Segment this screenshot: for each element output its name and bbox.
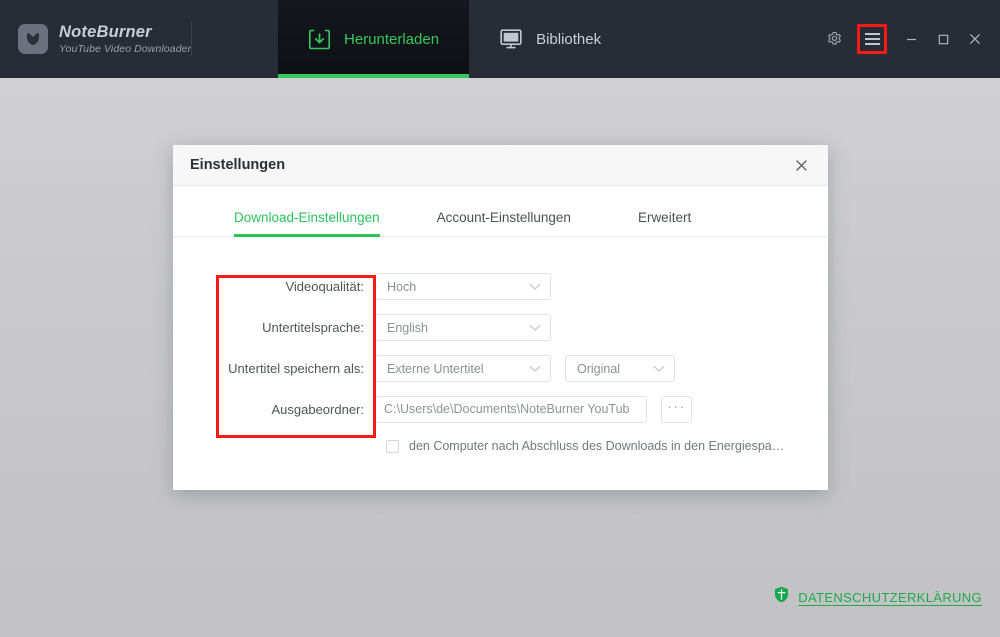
monitor-icon [499, 28, 523, 50]
maximize-icon[interactable] [928, 24, 958, 54]
subtitle-save-as-value: Externe Untertitel [387, 361, 484, 376]
subtitle-language-value: English [387, 320, 428, 335]
tab-account-einstellungen[interactable]: Account-Einstellungen [437, 210, 571, 236]
browse-folder-button[interactable]: ··· [661, 396, 692, 423]
shield-icon [774, 586, 789, 608]
dialog-titlebar: Einstellungen [173, 145, 828, 186]
video-quality-select[interactable]: Hoch [375, 273, 551, 300]
app-titlebar: NoteBurner YouTube Video Downloader Heru… [0, 0, 1000, 78]
tab-label: Download-Einstellungen [234, 210, 380, 225]
tab-label: Erweitert [637, 210, 692, 225]
privacy-policy-link[interactable]: DATENSCHUTZERKLÄRUNG [774, 586, 982, 608]
close-icon[interactable] [960, 24, 990, 54]
minimize-icon[interactable] [896, 24, 926, 54]
tab-erweitert[interactable]: Erweitert [638, 210, 691, 236]
sleep-after-download-label: den Computer nach Abschluss des Download… [409, 439, 785, 453]
label-video-quality: Videoqualität: [285, 279, 364, 294]
sleep-after-download-row: den Computer nach Abschluss des Download… [386, 439, 828, 453]
brand-divider [191, 22, 192, 56]
output-folder-input[interactable]: C:\Users\de\Documents\NoteBurner YouTub [375, 396, 647, 423]
dialog-tabs: Download-Einstellungen Account-Einstellu… [173, 186, 828, 237]
settings-dialog: Einstellungen Download-Einstellungen Acc… [173, 145, 828, 490]
label-subtitle-save-as: Untertitel speichern als: [228, 361, 364, 376]
dialog-close-icon[interactable] [788, 152, 814, 178]
chevron-down-icon [639, 365, 665, 373]
form-row-video-quality: Videoqualität: Hoch [173, 266, 828, 307]
dialog-title: Einstellungen [190, 157, 286, 173]
subtitle-format-select[interactable]: Original [565, 355, 675, 382]
brand-subtitle: YouTube Video Downloader [59, 42, 192, 55]
form-row-output-folder: Ausgabeordner: C:\Users\de\Documents\Not… [173, 389, 828, 430]
sleep-after-download-checkbox[interactable] [386, 439, 399, 453]
nav-tab-bibliothek[interactable]: Bibliothek [469, 0, 631, 78]
chevron-down-icon [515, 283, 541, 291]
subtitle-format-value: Original [577, 361, 621, 376]
brand-text: NoteBurner YouTube Video Downloader [59, 23, 191, 56]
privacy-policy-label: DATENSCHUTZERKLÄRUNG [798, 589, 982, 605]
brand-name: NoteBurner [59, 22, 152, 41]
label-subtitle-language: Untertitelsprache: [262, 320, 364, 335]
tab-label: Account-Einstellungen [436, 210, 571, 225]
hamburger-menu-icon [864, 33, 880, 45]
download-settings-form: Videoqualität: Hoch Untertitelsprache: E… [173, 237, 828, 453]
download-tray-icon [308, 28, 331, 51]
hamburger-menu-button[interactable] [857, 24, 887, 54]
tab-download-einstellungen[interactable]: Download-Einstellungen [234, 210, 380, 237]
window-controls [819, 0, 1000, 78]
nav-tab-label: Bibliothek [536, 30, 602, 48]
nav-tab-herunterladen[interactable]: Herunterladen [278, 0, 470, 78]
chevron-down-icon [515, 365, 541, 373]
form-row-subtitle-save-as: Untertitel speichern als: Externe Untert… [173, 348, 828, 389]
download-badge-icon [18, 24, 48, 54]
subtitle-save-as-select[interactable]: Externe Untertitel [375, 355, 551, 382]
form-row-subtitle-language: Untertitelsprache: English [173, 307, 828, 348]
chevron-down-icon [515, 324, 541, 332]
gear-icon[interactable] [819, 24, 849, 54]
subtitle-language-select[interactable]: English [375, 314, 551, 341]
video-quality-value: Hoch [387, 279, 417, 294]
brand-logo: NoteBurner YouTube Video Downloader [0, 0, 278, 78]
nav-tab-active-indicator [278, 74, 470, 78]
nav-tab-label: Herunterladen [344, 30, 440, 48]
label-output-folder: Ausgabeordner: [271, 402, 364, 417]
